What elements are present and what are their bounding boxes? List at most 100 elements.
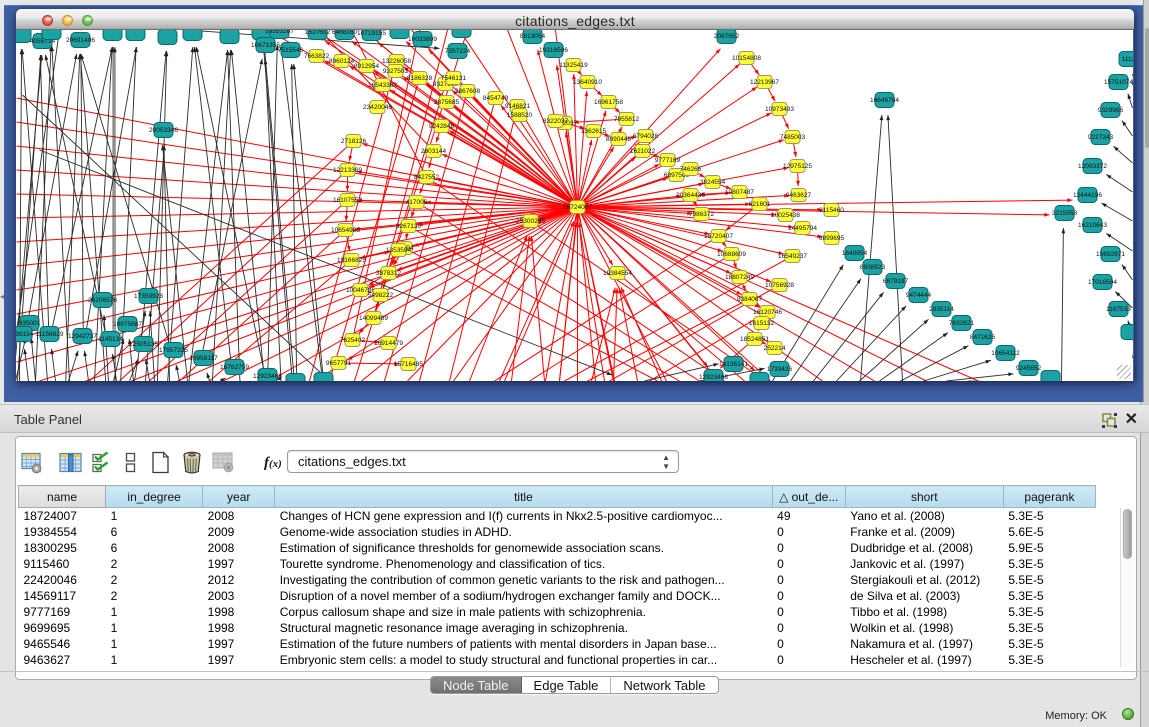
svg-text:9327503: 9327503 [383, 68, 409, 75]
svg-text:10719155: 10719155 [357, 30, 386, 37]
svg-text:9384067: 9384067 [737, 296, 763, 303]
svg-text:10025438: 10025438 [771, 212, 800, 219]
svg-text:10033809: 10033809 [408, 36, 437, 43]
svg-text:8990448: 8990448 [606, 136, 632, 143]
svg-text:16107553: 16107553 [333, 197, 362, 204]
svg-text:10553267: 10553267 [265, 30, 294, 35]
svg-text:8322037: 8322037 [543, 118, 569, 125]
svg-text:8813054: 8813054 [520, 33, 546, 40]
svg-text:417006: 417006 [406, 199, 428, 206]
svg-text:1353594: 1353594 [386, 247, 412, 254]
svg-text:16543362: 16543362 [368, 82, 397, 89]
svg-text:10671355: 10671355 [251, 42, 280, 49]
svg-text:12444196: 12444196 [1073, 192, 1102, 199]
svg-text:19384554: 19384554 [603, 270, 632, 277]
svg-text:20691406: 20691406 [66, 37, 95, 44]
svg-text:10958117: 10958117 [189, 355, 218, 362]
svg-text:9657791: 9657791 [326, 360, 352, 367]
svg-text:1615132: 1615132 [749, 320, 775, 327]
svg-text:16961758: 16961758 [594, 99, 623, 106]
svg-text:9474444: 9474444 [906, 292, 932, 299]
svg-text:10654983: 10654983 [331, 227, 360, 234]
svg-text:12213967: 12213967 [750, 79, 779, 86]
svg-text:7663822: 7663822 [304, 53, 330, 60]
svg-text:6899695: 6899695 [819, 235, 845, 242]
svg-text:19166825: 19166825 [337, 257, 366, 264]
svg-text:2718126: 2718126 [341, 138, 367, 145]
svg-text:11325419: 11325419 [559, 62, 588, 69]
svg-text:7546131: 7546131 [441, 75, 467, 82]
svg-text:9115460: 9115460 [819, 207, 844, 214]
svg-text:16648784: 16648784 [870, 97, 899, 104]
svg-text:14136141: 14136141 [719, 361, 748, 368]
svg-text:10154808: 10154808 [732, 55, 761, 62]
svg-text:10654112: 10654112 [991, 350, 1020, 357]
svg-text:26206576: 26206576 [88, 297, 117, 304]
svg-text:1527602: 1527602 [305, 30, 331, 36]
svg-text:1112: 1112 [1122, 56, 1133, 63]
svg-text:17359928: 17359928 [134, 293, 163, 300]
svg-text:16120746: 16120746 [753, 309, 782, 316]
svg-text:15751074: 15751074 [1104, 79, 1133, 86]
svg-text:12093372: 12093372 [1078, 163, 1107, 170]
svg-text:14495794: 14495794 [788, 225, 817, 232]
svg-text:9777169: 9777169 [655, 157, 681, 164]
svg-text:18524851: 18524851 [740, 336, 769, 343]
svg-text:8938923: 8938923 [860, 264, 886, 271]
svg-text:746266: 746266 [680, 166, 702, 173]
svg-text:1145134: 1145134 [98, 336, 123, 343]
svg-text:2803144: 2803144 [421, 148, 447, 155]
svg-text:6794028: 6794028 [633, 133, 659, 140]
svg-text:939154: 939154 [16, 331, 34, 338]
svg-text:10688609: 10688609 [717, 251, 746, 258]
svg-text:7955812: 7955812 [614, 116, 640, 123]
svg-text:14099489: 14099489 [359, 315, 388, 322]
svg-text:9463627: 9463627 [786, 192, 812, 199]
svg-text:12923468: 12923468 [253, 373, 282, 380]
svg-text:13640910: 13640910 [573, 79, 602, 86]
svg-text:10756928: 10756928 [765, 282, 794, 289]
svg-text:25300295: 25300295 [516, 218, 545, 225]
svg-text:12923468: 12923468 [699, 374, 728, 381]
svg-text:5498222: 5498222 [368, 292, 394, 299]
svg-text:12975125: 12975125 [783, 163, 812, 170]
svg-text:1621022: 1621022 [630, 148, 656, 155]
svg-text:1167533: 1167533 [1106, 306, 1131, 313]
svg-text:8186328: 8186328 [407, 75, 433, 82]
svg-text:18724007: 18724007 [563, 204, 592, 211]
svg-text:11156829: 11156829 [36, 331, 64, 338]
svg-text:6466160: 6466160 [332, 30, 358, 36]
svg-text:10807487: 10807487 [725, 189, 754, 196]
svg-text:7485003: 7485003 [780, 134, 806, 141]
svg-text:18807249: 18807249 [725, 274, 754, 281]
svg-text:15716485: 15716485 [394, 361, 423, 368]
svg-text:10975887: 10975887 [113, 321, 142, 328]
svg-text:9242848: 9242848 [429, 123, 455, 130]
svg-text:8960124: 8960124 [329, 58, 355, 65]
svg-text:8912954: 8912954 [354, 63, 380, 70]
svg-text:8427552: 8427552 [414, 174, 440, 181]
svg-text:621601: 621601 [749, 201, 771, 208]
svg-text:1733426: 1733426 [767, 366, 793, 373]
svg-text:3215958: 3215958 [1052, 210, 1078, 217]
svg-text:9227343: 9227343 [1088, 134, 1114, 141]
svg-text:7632621: 7632621 [949, 320, 975, 327]
svg-text:2087652: 2087652 [714, 33, 740, 40]
svg-text:3878312: 3878312 [376, 270, 402, 277]
svg-text:12942737: 12942737 [68, 333, 97, 340]
svg-text:12213369: 12213369 [333, 167, 362, 174]
svg-text:6879197: 6879197 [883, 278, 909, 285]
svg-text:12505135: 12505135 [129, 341, 158, 348]
svg-text:20053346: 20053346 [149, 127, 178, 134]
svg-text:8454749: 8454749 [483, 95, 509, 102]
svg-text:7625402: 7625402 [340, 337, 366, 344]
svg-text:16210643: 16210643 [1078, 222, 1107, 229]
svg-text:17957225: 17957225 [159, 347, 188, 354]
svg-text:3824554: 3824554 [700, 179, 726, 186]
svg-text:1588520: 1588520 [507, 112, 533, 119]
svg-text:3875685: 3875685 [434, 99, 460, 106]
svg-text:7357224: 7357224 [445, 48, 471, 55]
svg-text:23420046: 23420046 [363, 104, 392, 111]
svg-text:3267130: 3267130 [396, 223, 422, 230]
svg-text:20364436: 20364436 [676, 192, 705, 199]
